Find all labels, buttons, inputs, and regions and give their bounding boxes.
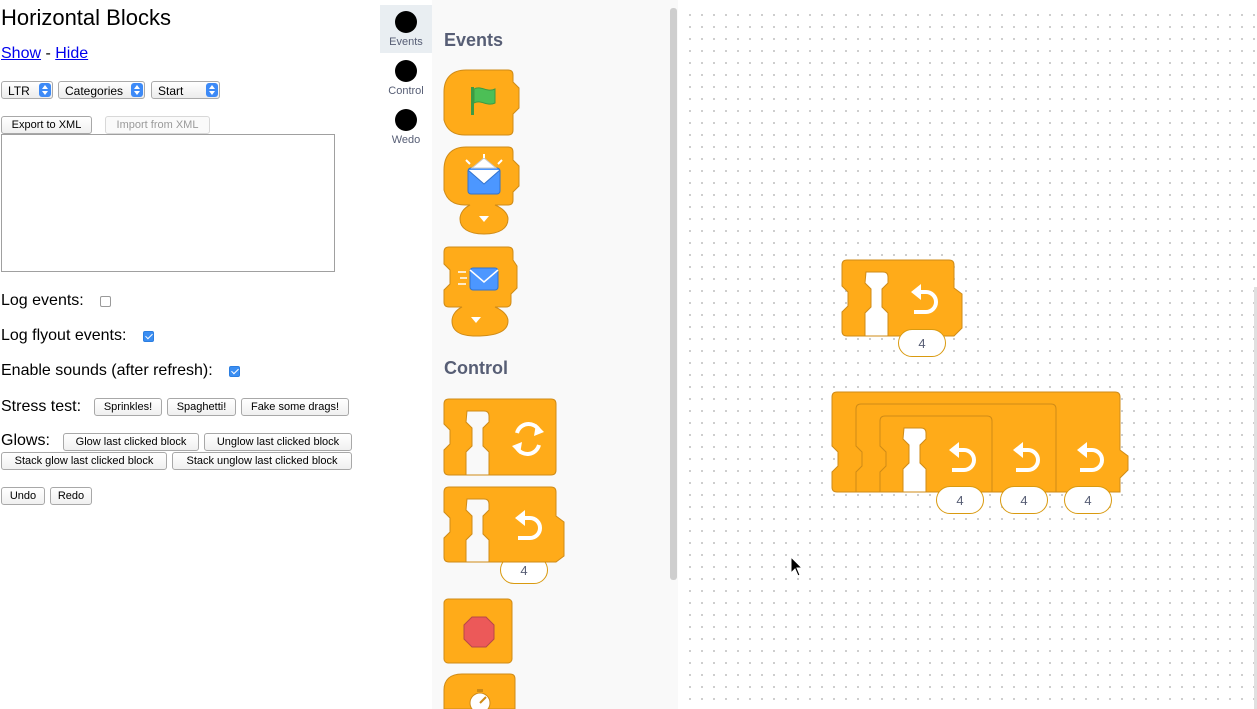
repeat-count-field[interactable]: 4 (1064, 486, 1112, 514)
repeat-count-field[interactable]: 4 (1000, 486, 1048, 514)
workspace-repeat-block[interactable] (841, 259, 963, 337)
mouse-cursor-icon (790, 555, 804, 577)
workspace-nested-repeat-stack[interactable] (831, 391, 1129, 493)
stop-block[interactable] (443, 598, 513, 664)
stop-sign-icon (463, 616, 495, 648)
forever-block[interactable] (443, 398, 557, 476)
blocks-layer (443, 69, 1129, 709)
repeat-count-field[interactable]: 4 (936, 486, 984, 514)
when-i-receive-block[interactable] (443, 146, 520, 235)
repeat-count-field[interactable]: 4 (898, 329, 946, 357)
when-flag-clicked-block[interactable] (443, 69, 520, 136)
repeat-block[interactable] (443, 486, 565, 563)
broadcast-block[interactable] (443, 246, 518, 337)
timer-block[interactable] (443, 673, 516, 709)
